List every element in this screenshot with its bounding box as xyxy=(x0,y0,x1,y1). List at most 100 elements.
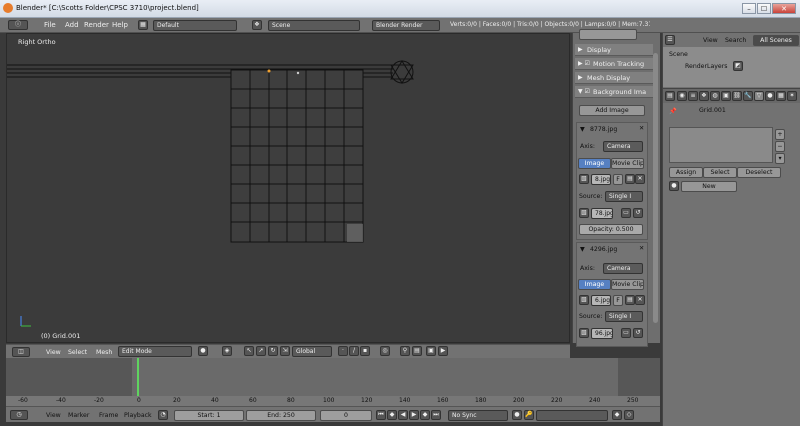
data-tab-icon[interactable]: ▽ xyxy=(754,91,764,101)
tab-image[interactable]: Image xyxy=(578,158,611,169)
menu-view[interactable]: View xyxy=(46,349,61,356)
scale-icon[interactable]: ⇲ xyxy=(280,346,290,356)
assign-button[interactable]: Assign xyxy=(669,167,703,178)
record-icon[interactable]: ● xyxy=(512,410,522,420)
source-selector[interactable]: Single I xyxy=(605,311,643,322)
axis-selector[interactable]: Camera xyxy=(603,263,643,274)
material-browse-icon[interactable]: ● xyxy=(669,181,679,191)
delete-keyframe-icon[interactable]: ◇ xyxy=(624,410,634,420)
editor-type-icon[interactable]: ◫ xyxy=(12,347,30,357)
edge-select-icon[interactable]: / xyxy=(349,346,359,356)
jump-prev-key-icon[interactable]: ◆ xyxy=(387,410,397,420)
outliner-display-mode[interactable]: All Scenes xyxy=(753,35,799,46)
menu-render[interactable]: Render xyxy=(84,21,109,29)
constraints-tab-icon[interactable]: ⛓ xyxy=(732,91,742,101)
tab-image[interactable]: Image xyxy=(578,279,611,290)
editor-type-icon[interactable]: ▤ xyxy=(665,91,675,101)
section-display[interactable]: ▶ Display xyxy=(575,44,653,56)
jump-next-key-icon[interactable]: ◆ xyxy=(420,410,430,420)
image-file-field[interactable]: 6.jpg xyxy=(591,295,611,306)
sync-mode-selector[interactable]: No Sync xyxy=(448,410,508,421)
add-image-button[interactable]: Add Image xyxy=(579,105,645,116)
mesh-canvas[interactable] xyxy=(7,34,571,344)
remove-image-icon[interactable]: ✕ xyxy=(639,245,644,252)
3d-viewport[interactable]: Right Ortho (0) Grid.001 xyxy=(6,33,570,343)
image-file-field[interactable]: 8.jpg xyxy=(591,174,611,185)
layout-selector[interactable]: Default xyxy=(153,20,237,31)
close-button[interactable]: ✕ xyxy=(772,3,796,14)
section-mesh-display[interactable]: ▶ Mesh Display xyxy=(575,72,653,84)
object-tab-icon[interactable]: ▣ xyxy=(721,91,731,101)
play-reverse-icon[interactable]: ◀ xyxy=(398,410,408,420)
manipulator-icon[interactable]: ↖ xyxy=(244,346,254,356)
shading-icon[interactable]: ● xyxy=(198,346,208,356)
collapse-icon[interactable]: ▼ xyxy=(580,246,585,253)
play-icon[interactable]: ▶ xyxy=(409,410,419,420)
section-motion-tracking[interactable]: ▶ ☑ Motion Tracking xyxy=(575,58,653,70)
snap-element-icon[interactable]: ▤ xyxy=(412,346,422,356)
translate-icon[interactable]: ➚ xyxy=(256,346,266,356)
unlink-image-icon[interactable]: ✕ xyxy=(635,174,645,184)
fake-user-button[interactable]: F xyxy=(613,174,623,185)
material-tab-icon[interactable]: ● xyxy=(765,91,775,101)
panel-field[interactable] xyxy=(579,29,637,40)
menu-select[interactable]: Select xyxy=(68,349,87,356)
texture-tab-icon[interactable]: ▦ xyxy=(776,91,786,101)
insert-keyframe-icon[interactable]: ◆ xyxy=(612,410,622,420)
pivot-icon[interactable]: ◈ xyxy=(222,346,232,356)
menu-frame[interactable]: Frame xyxy=(99,412,118,419)
remove-image-icon[interactable]: ✕ xyxy=(639,125,644,132)
reload-icon[interactable]: ↺ xyxy=(633,328,643,338)
keying-set-selector[interactable] xyxy=(536,410,608,421)
opengl-anim-icon[interactable]: ▶ xyxy=(438,346,448,356)
menu-view[interactable]: View xyxy=(46,412,61,419)
collapse-icon[interactable]: ▼ xyxy=(580,126,585,133)
proportional-icon[interactable]: ◎ xyxy=(380,346,390,356)
outliner-scene[interactable]: Scene xyxy=(669,51,688,58)
face-select-icon[interactable]: ▪ xyxy=(360,346,370,356)
menu-add[interactable]: Add xyxy=(65,21,79,29)
outliner-tree[interactable]: Scene RenderLayers ◩ xyxy=(663,47,800,87)
render-tab-icon[interactable]: ◉ xyxy=(677,91,687,101)
current-frame-cursor[interactable] xyxy=(137,358,139,396)
opacity-slider[interactable]: Opacity: 0.500 xyxy=(579,224,643,235)
source-selector[interactable]: Single I xyxy=(605,191,643,202)
scene-selector[interactable]: Scene xyxy=(268,20,360,31)
world-tab-icon[interactable]: ◍ xyxy=(710,91,720,101)
folder-icon[interactable]: ▭ xyxy=(621,208,631,218)
current-frame-field[interactable]: 0 xyxy=(320,410,372,421)
image-path-field[interactable]: 78.jpg xyxy=(591,208,613,219)
start-frame-field[interactable]: Start: 1 xyxy=(174,410,244,421)
menu-mesh[interactable]: Mesh xyxy=(96,349,112,356)
outliner-tab-view[interactable]: View xyxy=(703,37,718,44)
tab-movie-clip[interactable]: Movie Clip xyxy=(611,279,644,290)
preview-range-icon[interactable]: ◔ xyxy=(158,410,168,420)
keying-set-icon[interactable]: 🔑 xyxy=(524,410,534,420)
slot-menu-button[interactable]: ▾ xyxy=(775,153,785,164)
deselect-button[interactable]: Deselect xyxy=(737,167,781,178)
add-slot-button[interactable]: + xyxy=(775,129,785,140)
image-path-field[interactable]: 96.jpg xyxy=(591,328,613,339)
end-frame-field[interactable]: End: 250 xyxy=(246,410,316,421)
remove-slot-button[interactable]: − xyxy=(775,141,785,152)
open-image-icon[interactable]: ▤ xyxy=(625,295,635,305)
pin-icon[interactable]: 📌 xyxy=(669,107,677,115)
modifiers-tab-icon[interactable]: 🔧 xyxy=(743,91,753,101)
snap-icon[interactable]: ⚲ xyxy=(400,346,410,356)
new-material-button[interactable]: New xyxy=(681,181,737,192)
maximize-button[interactable]: ☐ xyxy=(757,3,771,14)
fake-user-button[interactable]: F xyxy=(613,295,623,306)
timeline[interactable]: -60 -40 -20 0 20 40 60 80 100 120 140 16… xyxy=(6,358,660,406)
editor-type-icon[interactable]: ◷ xyxy=(10,410,28,420)
vertex-select-icon[interactable]: · xyxy=(338,346,348,356)
folder-icon[interactable]: ▭ xyxy=(621,328,631,338)
menu-help[interactable]: Help xyxy=(112,21,128,29)
panel-scrollbar[interactable] xyxy=(653,53,658,323)
outliner-tab-search[interactable]: Search xyxy=(725,37,746,44)
particles-tab-icon[interactable]: ✶ xyxy=(787,91,797,101)
jump-end-icon[interactable]: ⏭ xyxy=(431,410,441,420)
render-engine-selector[interactable]: Blender Render xyxy=(372,20,440,31)
layers-tab-icon[interactable]: ≡ xyxy=(688,91,698,101)
editor-type-icon[interactable]: ☰ xyxy=(665,35,675,45)
minimize-button[interactable]: – xyxy=(742,3,756,14)
